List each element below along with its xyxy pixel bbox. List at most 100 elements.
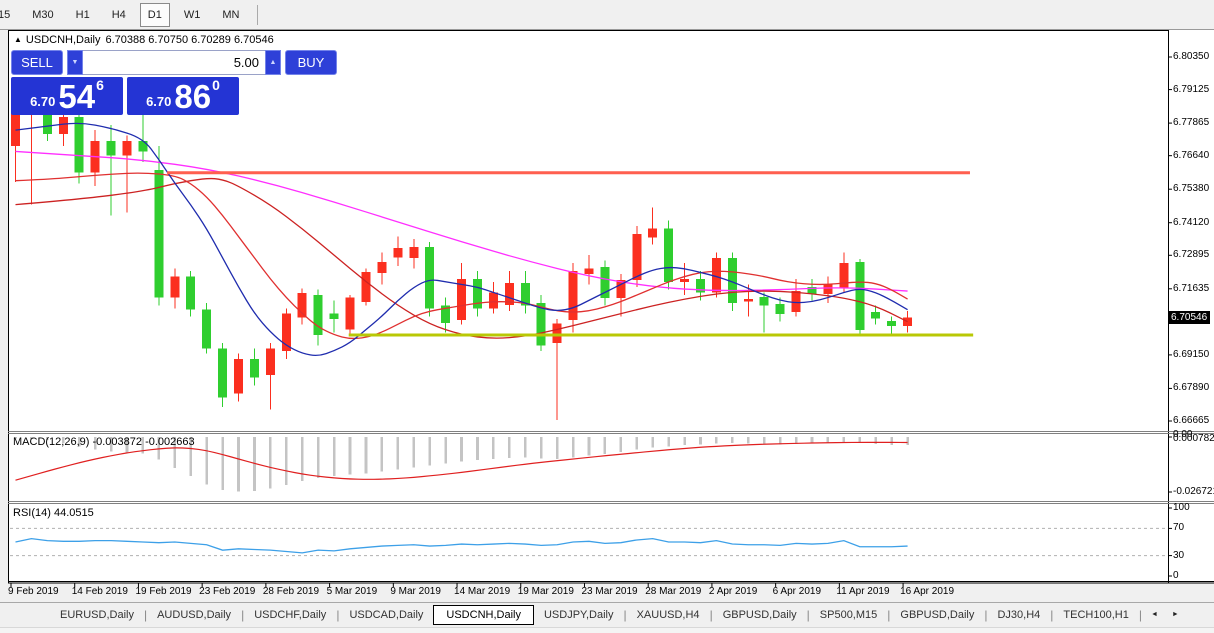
candle-body <box>680 279 689 282</box>
chart-ohlc-values: 6.70388 6.70750 6.70289 6.70546 <box>105 34 273 46</box>
chart-title: ▲ USDCNH,Daily 6.70388 6.70750 6.70289 6.7… <box>14 34 274 46</box>
sell-button[interactable]: SELL <box>11 50 63 75</box>
candle-body <box>409 247 418 258</box>
rsi-axis-label: 0 <box>1173 570 1179 581</box>
sell-price-main: 54 <box>58 82 95 112</box>
candle-body <box>75 117 84 173</box>
candle-body <box>266 348 275 375</box>
tab-scroll-right-button[interactable]: ► <box>1167 609 1184 620</box>
candle-body <box>218 348 227 397</box>
buy-price-display[interactable]: 6.70 86 0 <box>127 77 239 115</box>
candle-body <box>553 323 562 343</box>
candle-body <box>393 248 402 257</box>
macd-axis-label: 0.000782 <box>1173 433 1214 444</box>
buy-price-main: 86 <box>174 82 211 112</box>
candle-body <box>346 298 355 330</box>
chart-tab-usdcad-daily[interactable]: USDCAD,Daily <box>339 606 433 624</box>
price-axis-label: 6.67890 <box>1173 382 1209 393</box>
candle-body <box>138 141 147 152</box>
chart-tab-gbpusd-daily[interactable]: GBPUSD,Daily <box>890 606 984 624</box>
sell-price-pip: 6 <box>96 77 104 93</box>
candle-body <box>154 170 163 298</box>
date-axis-label: 14 Feb 2019 <box>72 586 128 597</box>
candle-body <box>59 117 68 134</box>
chart-tab-tech100-h1[interactable]: TECH100,H1 <box>1053 606 1138 624</box>
date-axis-label: 28 Mar 2019 <box>645 586 701 597</box>
chart-symbol-label: USDCNH,Daily <box>26 34 101 46</box>
buy-button[interactable]: BUY <box>285 50 337 75</box>
volume-input[interactable] <box>83 50 265 75</box>
date-axis-label: 9 Mar 2019 <box>390 586 441 597</box>
date-axis-label: 28 Feb 2019 <box>263 586 319 597</box>
candle-body <box>489 292 498 308</box>
candle-body <box>377 262 386 273</box>
buy-price-pip: 0 <box>212 77 220 93</box>
sell-price-display[interactable]: 6.70 54 6 <box>11 77 123 115</box>
chart-tab-xauusd-h4[interactable]: XAUUSD,H4 <box>627 606 710 624</box>
price-axis-label: 6.75380 <box>1173 183 1209 194</box>
price-axis-label: 6.80350 <box>1173 51 1209 62</box>
chart-tab-usdcnh-daily[interactable]: USDCNH,Daily <box>433 605 534 625</box>
date-axis-label: 5 Mar 2019 <box>327 586 378 597</box>
one-click-trading-panel: SELL ▼ ▲ BUY 6.70 54 6 6.70 86 0 <box>11 50 239 115</box>
price-axis-label: 6.74120 <box>1173 217 1209 228</box>
date-axis-label: 23 Feb 2019 <box>199 586 255 597</box>
chart-tab-bar: EURUSD,Daily|AUDUSD,Daily|USDCHF,Daily|U… <box>0 602 1214 632</box>
date-axis-label: 19 Mar 2019 <box>518 586 574 597</box>
candle-body <box>648 229 657 238</box>
candle-body <box>250 359 259 378</box>
chart-tab-usdchf-daily[interactable]: USDCHF,Daily <box>244 606 336 624</box>
candle-body <box>839 263 848 288</box>
date-axis-label: 14 Mar 2019 <box>454 586 510 597</box>
candle-body <box>744 299 753 302</box>
candle-body <box>569 271 578 320</box>
tab-separator: | <box>1139 608 1142 622</box>
collapse-triangle-icon: ▲ <box>14 35 22 44</box>
price-axis-label: 6.71635 <box>1173 283 1209 294</box>
chart-tab-gbpusd-daily[interactable]: GBPUSD,Daily <box>713 606 807 624</box>
candle-body <box>871 312 880 319</box>
price-axis-label: 6.79125 <box>1173 84 1209 95</box>
candle-body <box>792 291 801 312</box>
tab-bar-bottom-strip <box>0 627 1214 633</box>
chart-tab-eurusd-daily[interactable]: EURUSD,Daily <box>50 606 144 624</box>
date-axis-label: 19 Feb 2019 <box>135 586 191 597</box>
candle-body <box>776 304 785 314</box>
date-axis-label: 23 Mar 2019 <box>581 586 637 597</box>
candle-body <box>887 321 896 326</box>
candle-body <box>760 297 769 306</box>
candle-body <box>584 268 593 273</box>
candle-body <box>361 272 370 302</box>
tab-scroll-left-button[interactable]: ◄ <box>1146 609 1163 620</box>
candle-body <box>330 314 339 319</box>
candle-body <box>425 247 434 308</box>
chart-tab-sp500-m15[interactable]: SP500,M15 <box>810 606 887 624</box>
volume-increase-button[interactable]: ▲ <box>265 50 281 75</box>
rsi-axis-label: 70 <box>1173 522 1184 533</box>
candle-body <box>123 141 132 156</box>
rsi-axis-label: 30 <box>1173 550 1184 561</box>
chart-tab-dj30-h4[interactable]: DJ30,H4 <box>987 606 1050 624</box>
rsi-line <box>16 539 908 553</box>
candle-body <box>107 141 116 156</box>
price-axis-label: 6.77865 <box>1173 117 1209 128</box>
date-axis-label: 6 Apr 2019 <box>773 586 821 597</box>
price-axis-label: 6.72895 <box>1173 249 1209 260</box>
price-axis-label: 6.76640 <box>1173 150 1209 161</box>
candle-body <box>234 359 243 394</box>
date-axis-label: 2 Apr 2019 <box>709 586 757 597</box>
date-axis-label: 11 Apr 2019 <box>836 586 889 597</box>
macd-indicator-label: MACD(12,26,9) -0.003872 -0.002663 <box>13 436 195 448</box>
date-axis-label: 16 Apr 2019 <box>900 586 954 597</box>
volume-spinner: ▼ ▲ <box>67 50 281 75</box>
date-axis-label: 9 Feb 2019 <box>8 586 59 597</box>
candle-body <box>664 229 673 282</box>
macd-axis-label: -0.026721 <box>1173 486 1214 497</box>
sell-price-prefix: 6.70 <box>30 94 55 109</box>
candle-body <box>903 318 912 326</box>
volume-decrease-button[interactable]: ▼ <box>67 50 83 75</box>
chart-tab-audusd-daily[interactable]: AUDUSD,Daily <box>147 606 241 624</box>
chart-tab-usdjpy-daily[interactable]: USDJPY,Daily <box>534 606 624 624</box>
candle-body <box>855 262 864 330</box>
price-axis-label: 6.66665 <box>1173 415 1209 426</box>
